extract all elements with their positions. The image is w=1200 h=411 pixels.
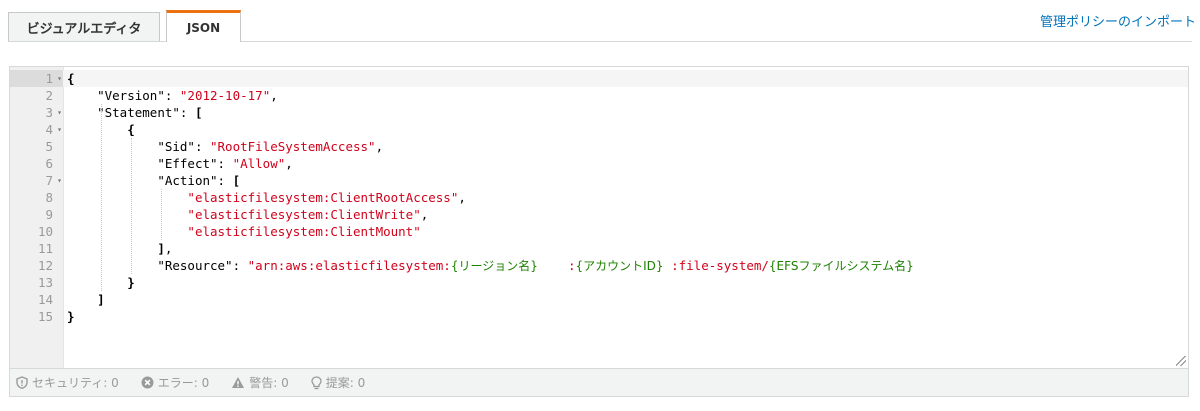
code-text: "elasticfilesystem:ClientMount" bbox=[187, 224, 421, 239]
warning-icon bbox=[231, 376, 245, 389]
import-managed-policy-link[interactable]: 管理ポリシーのインポート bbox=[1040, 11, 1196, 30]
code-line[interactable]: 12 "Resource": "arn:aws:elasticfilesyste… bbox=[10, 257, 1188, 274]
code-line[interactable]: 9 "elasticfilesystem:ClientWrite", bbox=[10, 206, 1188, 223]
line-number: 11 bbox=[37, 241, 53, 256]
code-line[interactable]: 8 "elasticfilesystem:ClientRootAccess", bbox=[10, 189, 1188, 206]
line-number: 13 bbox=[37, 275, 53, 290]
line-number: 15 bbox=[37, 309, 53, 324]
line-number: 4 ▾ bbox=[45, 121, 62, 138]
code-text: "Sid": "RootFileSystemAccess", bbox=[157, 139, 384, 154]
errors-count: エラー: 0 bbox=[157, 376, 210, 390]
code-text: "Version": "2012-10-17", bbox=[97, 88, 278, 103]
security-count: セキュリティ: 0 bbox=[32, 376, 119, 390]
code-text: { bbox=[67, 71, 75, 86]
code-text: "Action": [ bbox=[157, 173, 241, 188]
code-line[interactable]: 11 ], bbox=[10, 240, 1188, 257]
line-number: 14 bbox=[37, 292, 53, 307]
code-line[interactable]: 10 "elasticfilesystem:ClientMount" bbox=[10, 223, 1188, 240]
code-line[interactable]: 1 ▾ { bbox=[10, 70, 1188, 87]
suggestions-count: 提案: 0 bbox=[325, 376, 366, 390]
code-lines: 1 ▾{2 "Version": "2012-10-17", 3 ▾ "Stateme… bbox=[10, 70, 1188, 325]
errors-status[interactable]: エラー: 0 bbox=[141, 374, 210, 391]
line-number: 7 ▾ bbox=[45, 172, 62, 189]
code-text: "elasticfilesystem:ClientRootAccess", bbox=[187, 190, 466, 205]
line-number: 2 bbox=[45, 88, 53, 103]
fold-toggle-icon[interactable]: ▾ bbox=[57, 104, 62, 121]
code-line[interactable]: 14 ] bbox=[10, 291, 1188, 308]
line-number: 8 bbox=[45, 190, 53, 205]
line-number: 12 bbox=[37, 258, 53, 273]
fold-toggle-icon[interactable]: ▾ bbox=[57, 172, 62, 189]
tab-json[interactable]: JSON bbox=[166, 10, 241, 42]
editor-tab-bar: ビジュアルエディタ JSON bbox=[8, 10, 1192, 42]
lightbulb-icon bbox=[311, 375, 322, 390]
warnings-count: 警告: 0 bbox=[249, 376, 289, 390]
code-text: "Statement": [ bbox=[97, 105, 203, 120]
code-text: } bbox=[67, 309, 75, 324]
code-line[interactable]: 3 ▾ "Statement": [ bbox=[10, 104, 1188, 121]
code-text: ], bbox=[157, 241, 173, 256]
code-line[interactable]: 5 "Sid": "RootFileSystemAccess", bbox=[10, 138, 1188, 155]
code-line[interactable]: 6 "Effect": "Allow", bbox=[10, 155, 1188, 172]
line-number: 10 bbox=[37, 224, 53, 239]
line-number: 6 bbox=[45, 156, 53, 171]
warnings-status[interactable]: 警告: 0 bbox=[231, 374, 289, 391]
code-line[interactable]: 7 ▾ "Action": [ bbox=[10, 172, 1188, 189]
shield-icon bbox=[16, 376, 28, 389]
fold-toggle-icon[interactable]: ▾ bbox=[57, 70, 62, 87]
line-number: 3 ▾ bbox=[45, 104, 62, 121]
editor-status-bar: セキュリティ: 0 エラー: 0 警告: 0 提案: 0 bbox=[9, 369, 1189, 397]
code-line[interactable]: 13 } bbox=[10, 274, 1188, 291]
indent-guide bbox=[161, 189, 162, 240]
indent-guide bbox=[101, 104, 102, 291]
code-line[interactable]: 15} bbox=[10, 308, 1188, 325]
json-code-editor[interactable]: 1 ▾{2 "Version": "2012-10-17", 3 ▾ "Stateme… bbox=[9, 66, 1189, 369]
suggestions-status[interactable]: 提案: 0 bbox=[311, 374, 366, 391]
line-number: 5 bbox=[45, 139, 53, 154]
security-status[interactable]: セキュリティ: 0 bbox=[16, 374, 119, 391]
line-number: 1 ▾ bbox=[10, 70, 63, 87]
error-icon bbox=[141, 376, 154, 389]
indent-guide bbox=[131, 138, 132, 274]
fold-toggle-icon[interactable]: ▾ bbox=[57, 121, 62, 138]
code-line[interactable]: 2 "Version": "2012-10-17", bbox=[10, 87, 1188, 104]
line-number: 9 bbox=[45, 207, 53, 222]
code-line[interactable]: 4 ▾ { bbox=[10, 121, 1188, 138]
resize-handle[interactable] bbox=[1176, 356, 1186, 366]
code-text: "Resource": "arn:aws:elasticfilesystem:{… bbox=[157, 258, 914, 273]
code-text: ] bbox=[97, 292, 105, 307]
tab-visual-editor[interactable]: ビジュアルエディタ bbox=[8, 12, 160, 41]
code-text: "elasticfilesystem:ClientWrite", bbox=[187, 207, 429, 222]
